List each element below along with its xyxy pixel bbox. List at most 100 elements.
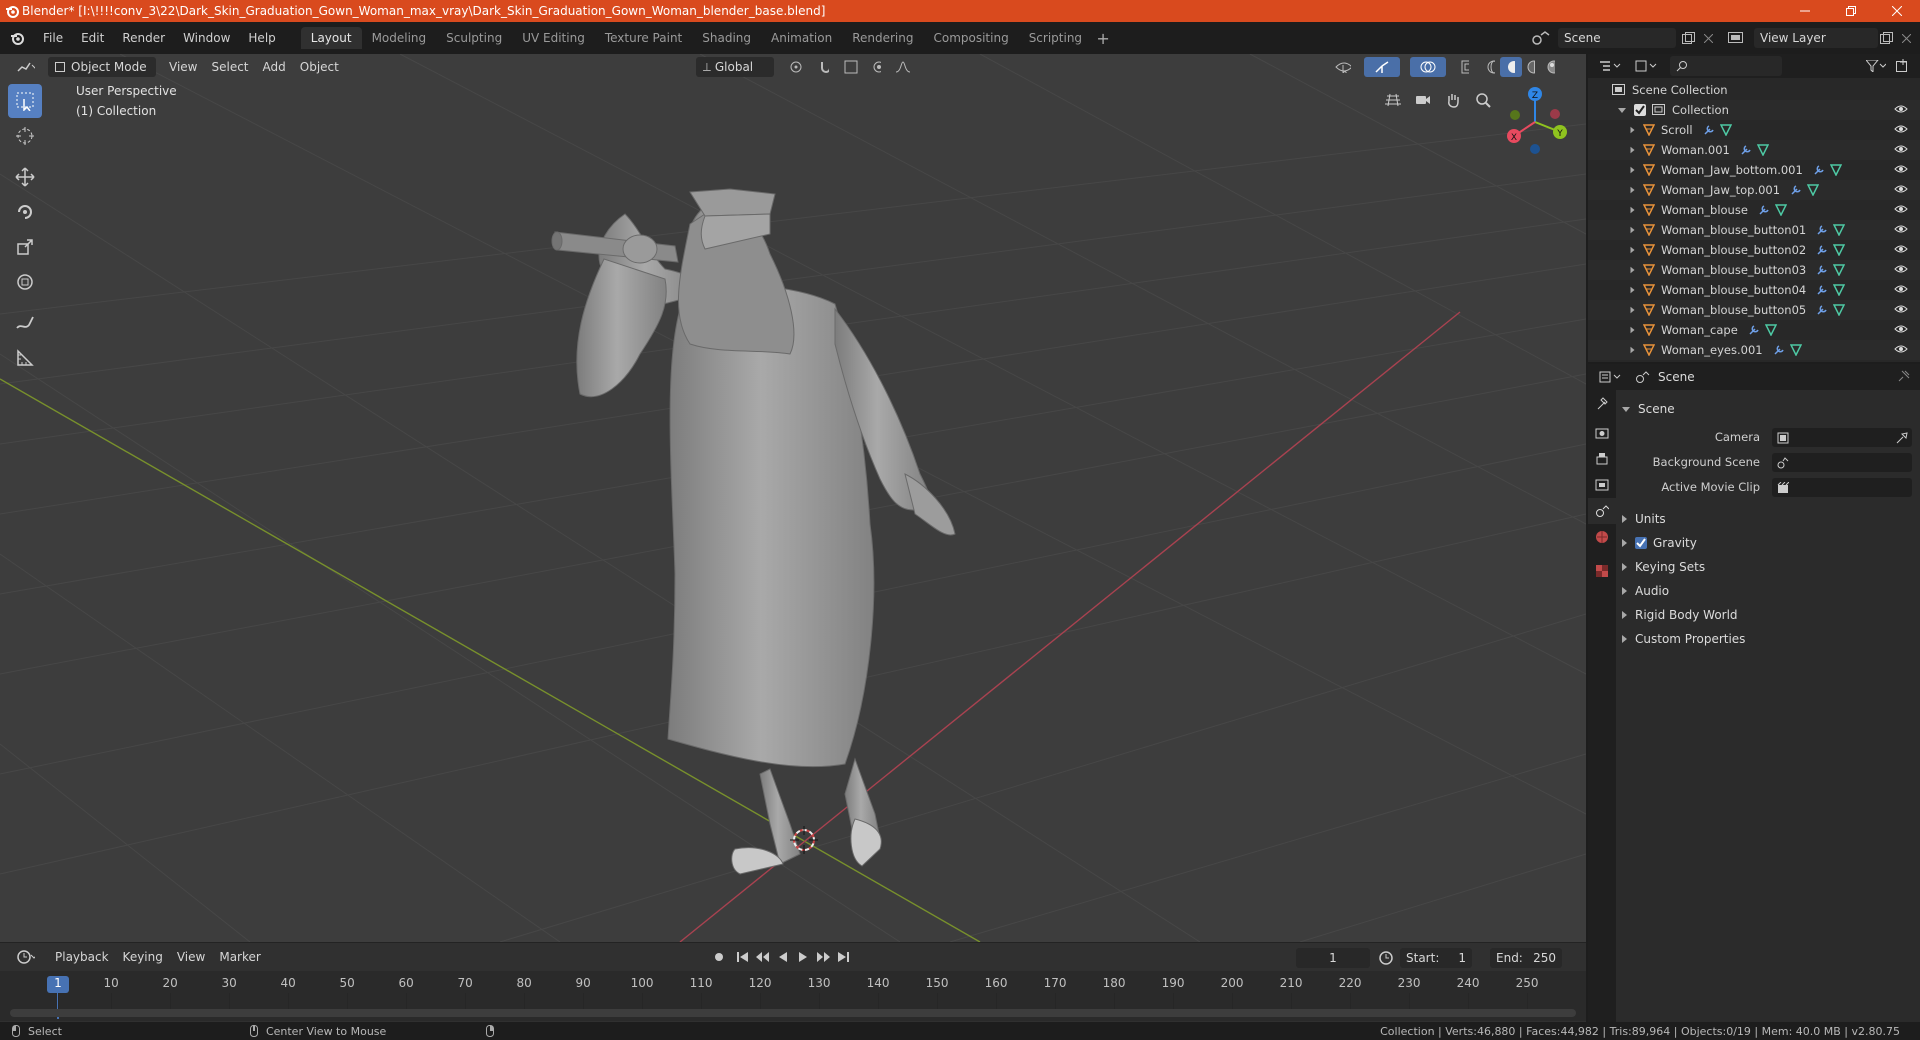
expand-object-icon[interactable] xyxy=(1630,206,1635,214)
eye-icon[interactable] xyxy=(1894,124,1908,134)
gravity-checkbox[interactable] xyxy=(1635,537,1647,549)
timeline-menu-playback[interactable]: Playback xyxy=(48,947,116,967)
expand-object-icon[interactable] xyxy=(1630,186,1635,194)
modifier-wrench-icon[interactable] xyxy=(1813,164,1825,176)
subpanel-header[interactable]: Gravity xyxy=(1618,532,1918,554)
expand-object-icon[interactable] xyxy=(1630,286,1635,294)
expand-object-icon[interactable] xyxy=(1630,146,1635,154)
next-keyframe-icon[interactable] xyxy=(814,949,832,965)
background-scene-field[interactable] xyxy=(1772,453,1912,472)
current-frame-field[interactable]: 1 xyxy=(1296,948,1370,968)
eye-icon[interactable] xyxy=(1894,144,1908,154)
tab-compositing[interactable]: Compositing xyxy=(923,27,1018,49)
modifier-wrench-icon[interactable] xyxy=(1816,244,1828,256)
modifier-wrench-icon[interactable] xyxy=(1816,224,1828,236)
falloff-icon[interactable] xyxy=(888,57,918,77)
rotate-tool-icon[interactable] xyxy=(8,195,42,229)
frame-range-clock-icon[interactable] xyxy=(1376,948,1396,968)
expand-object-icon[interactable] xyxy=(1630,226,1635,234)
zoom-view-icon[interactable] xyxy=(1470,87,1496,113)
tab-layout[interactable]: Layout xyxy=(300,27,362,49)
tab-shading[interactable]: Shading xyxy=(692,27,761,49)
eye-icon[interactable] xyxy=(1894,344,1908,354)
scale-tool-icon[interactable] xyxy=(8,230,42,264)
eye-icon[interactable] xyxy=(1894,264,1908,274)
expand-object-icon[interactable] xyxy=(1630,126,1635,134)
eye-icon[interactable] xyxy=(1894,324,1908,334)
blender-menu-icon[interactable] xyxy=(0,31,34,45)
expand-panel-icon[interactable] xyxy=(1622,515,1627,523)
eye-icon[interactable] xyxy=(1894,164,1908,174)
menu-file[interactable]: File xyxy=(34,27,72,49)
viewport-menu-view[interactable]: View xyxy=(162,57,204,77)
start-frame-field[interactable]: Start: 1 xyxy=(1400,948,1472,968)
menu-window[interactable]: Window xyxy=(174,27,239,49)
outliner-object-row[interactable]: Woman_eyes.001 xyxy=(1588,340,1920,360)
new-scene-icon[interactable] xyxy=(1680,28,1698,48)
expand-collection-icon[interactable] xyxy=(1618,107,1626,113)
outliner-editor-type-icon[interactable] xyxy=(1592,56,1628,76)
mesh-data-icon[interactable] xyxy=(1829,164,1842,176)
mesh-data-icon[interactable] xyxy=(1719,124,1732,136)
play-reverse-icon[interactable] xyxy=(774,949,792,965)
view-layer-field[interactable]: View Layer xyxy=(1754,28,1878,48)
mesh-data-icon[interactable] xyxy=(1833,244,1846,256)
eye-icon[interactable] xyxy=(1894,244,1908,254)
modifier-wrench-icon[interactable] xyxy=(1816,284,1828,296)
eye-icon[interactable] xyxy=(1894,104,1908,114)
gizmo-toggle-icon[interactable] xyxy=(1364,57,1400,77)
eye-icon[interactable] xyxy=(1894,284,1908,294)
subpanel-header[interactable]: Audio xyxy=(1618,580,1918,602)
outliner-object-row[interactable]: Woman_blouse_button04 xyxy=(1588,280,1920,300)
view-layer-icon[interactable] xyxy=(1722,28,1752,48)
active-movie-clip-field[interactable] xyxy=(1772,478,1912,497)
mesh-data-icon[interactable] xyxy=(1764,324,1777,336)
tab-rendering[interactable]: Rendering xyxy=(842,27,923,49)
tab-scripting[interactable]: Scripting xyxy=(1019,27,1092,49)
tab-uv-editing[interactable]: UV Editing xyxy=(512,27,595,49)
minimize-button[interactable] xyxy=(1782,0,1828,22)
end-frame-field[interactable]: End: 250 xyxy=(1490,948,1562,968)
scene-browse-icon[interactable] xyxy=(1526,28,1556,48)
snap-target-icon[interactable] xyxy=(836,57,866,77)
scene-panel-header[interactable]: Scene xyxy=(1618,398,1918,420)
expand-object-icon[interactable] xyxy=(1630,166,1635,174)
pivot-point-icon[interactable] xyxy=(782,57,812,77)
eye-icon[interactable] xyxy=(1894,204,1908,214)
timeline-editor-type-icon[interactable] xyxy=(10,947,42,967)
mesh-data-icon[interactable] xyxy=(1833,264,1846,276)
mesh-data-icon[interactable] xyxy=(1789,344,1802,356)
viewport-menu-select[interactable]: Select xyxy=(204,57,255,77)
outliner-scene-collection-row[interactable]: Scene Collection xyxy=(1588,80,1920,100)
tab-animation[interactable]: Animation xyxy=(761,27,842,49)
expand-object-icon[interactable] xyxy=(1630,326,1635,334)
wireframe-shading-icon[interactable] xyxy=(1480,57,1502,77)
outliner-object-row[interactable]: Woman_blouse_button05 xyxy=(1588,300,1920,320)
expand-panel-icon[interactable] xyxy=(1622,539,1627,547)
expand-object-icon[interactable] xyxy=(1630,266,1635,274)
eye-icon[interactable] xyxy=(1894,184,1908,194)
timeline-menu-view[interactable]: View xyxy=(170,947,212,967)
cursor-tool-icon[interactable] xyxy=(8,119,42,153)
outliner-object-row[interactable]: Woman_blouse_button03 xyxy=(1588,260,1920,280)
tab-modeling[interactable]: Modeling xyxy=(362,27,437,49)
scene-name-field[interactable]: Scene xyxy=(1558,28,1676,48)
tab-texture-paint[interactable]: Texture Paint xyxy=(595,27,692,49)
proportional-edit-icon[interactable] xyxy=(866,57,888,77)
mesh-data-icon[interactable] xyxy=(1774,204,1787,216)
modifier-wrench-icon[interactable] xyxy=(1816,264,1828,276)
timeline-ruler[interactable]: 1 10 20 30 40 50 60 70 80 90 100 110 120 130 140 150 160… xyxy=(0,971,1586,1021)
plus-icon[interactable]: + xyxy=(1092,27,1114,49)
outliner-collection-row[interactable]: Collection xyxy=(1588,100,1920,120)
timeline-scrollbar[interactable] xyxy=(10,1009,1576,1017)
outliner-search-input[interactable] xyxy=(1670,56,1782,76)
viewport-menu-add[interactable]: Add xyxy=(256,57,293,77)
eyedropper-icon[interactable] xyxy=(1896,431,1908,444)
xray-toggle-icon[interactable] xyxy=(1454,57,1476,77)
toggle-perspective-icon[interactable] xyxy=(1380,87,1406,113)
subpanel-header[interactable]: Rigid Body World xyxy=(1618,604,1918,626)
snap-icon[interactable] xyxy=(812,57,836,77)
texture-tab-icon[interactable] xyxy=(1588,558,1616,584)
outliner-object-row[interactable]: Woman_blouse_button01 xyxy=(1588,220,1920,240)
selectability-icon[interactable] xyxy=(1328,57,1358,77)
